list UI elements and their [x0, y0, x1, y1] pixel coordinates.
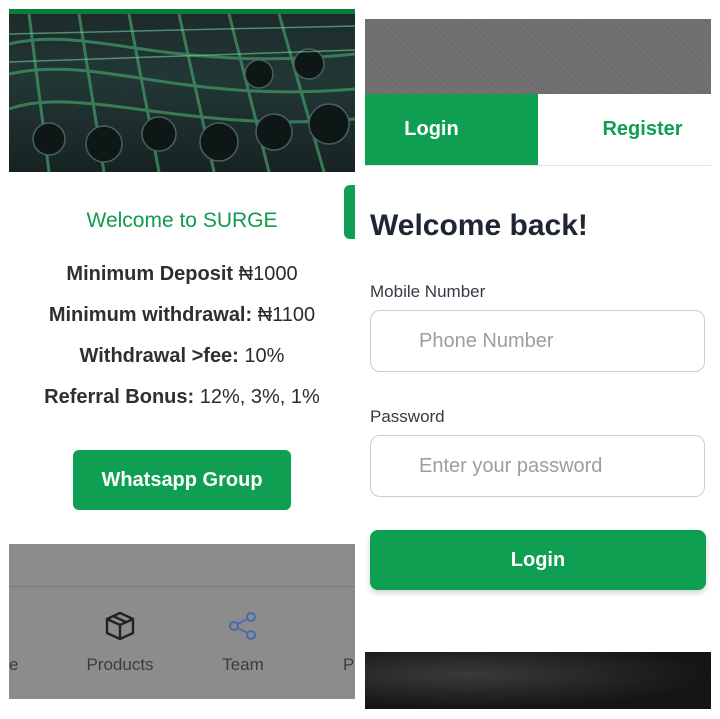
page-title: Welcome back!	[370, 209, 588, 242]
info-label: Withdrawal >fee:	[79, 345, 245, 367]
phone-field	[370, 310, 705, 372]
min-withdrawal-line: Minimum withdrawal: ₦1100	[9, 304, 355, 327]
info-value: ₦1100	[257, 304, 316, 326]
home-icon	[9, 609, 26, 643]
nav-label: P	[343, 655, 355, 674]
profile-icon	[332, 609, 355, 643]
referral-bonus-line: Referral Bonus: 12%, 3%, 1%	[9, 386, 355, 409]
hero-banner-image	[9, 14, 355, 172]
info-value: 12%, 3%, 1%	[199, 386, 320, 408]
info-value: 10%	[244, 345, 285, 367]
welcome-text: Welcome to SURGE	[86, 209, 278, 232]
password-field	[370, 435, 705, 497]
login-screen: Login Register Welcome back! Mobile Numb…	[365, 19, 711, 709]
login-button[interactable]: Login	[370, 530, 706, 590]
divider	[9, 586, 355, 587]
divider	[365, 165, 711, 166]
nav-label: Products	[86, 655, 154, 674]
header-image	[365, 19, 711, 94]
footer-image	[365, 652, 711, 709]
password-input[interactable]	[417, 436, 701, 496]
tab-register[interactable]: Register	[538, 94, 711, 165]
nav-label: e	[9, 655, 19, 674]
info-value: ₦1000	[238, 263, 298, 285]
info-label: Minimum Deposit	[66, 263, 239, 285]
phone-input[interactable]	[417, 311, 701, 371]
min-deposit-line: Minimum Deposit ₦1000	[9, 263, 355, 286]
info-label: Minimum withdrawal:	[48, 304, 258, 326]
nav-item-profile[interactable]: P	[299, 609, 355, 675]
withdrawal-fee-line: Withdrawal >fee: 10%	[9, 345, 355, 368]
info-label: Referral Bonus:	[44, 386, 200, 408]
tab-login[interactable]: Login	[365, 94, 538, 165]
nav-label: Team	[222, 655, 264, 674]
mobile-number-label: Mobile Number	[370, 282, 486, 301]
home-screen: Welcome to SURGE Minimum Deposit ₦1000 M…	[9, 9, 355, 699]
share-icon	[229, 612, 256, 640]
nav-item-products[interactable]: Products	[70, 609, 170, 675]
box-icon	[105, 611, 135, 641]
nav-item-team[interactable]: Team	[193, 609, 293, 675]
whatsapp-group-button[interactable]: Whatsapp Group	[73, 450, 291, 510]
password-label: Password	[370, 407, 445, 426]
nav-item-home[interactable]: e	[9, 609, 59, 675]
